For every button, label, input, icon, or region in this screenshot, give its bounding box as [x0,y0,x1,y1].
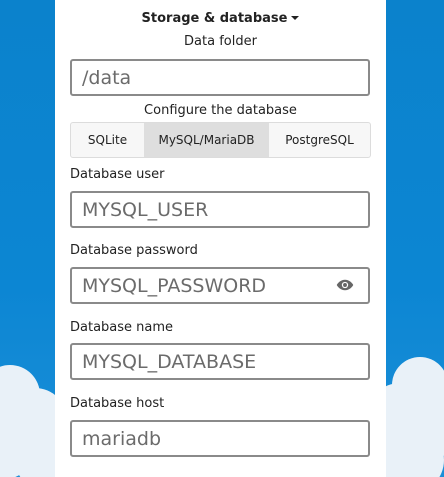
eye-icon[interactable] [336,278,354,292]
database-name-input[interactable] [72,345,332,378]
database-name-label: Database name [70,320,174,335]
database-host-field [70,420,370,457]
tab-mysql-mariadb[interactable]: MySQL/MariaDB [144,123,269,157]
section-title: Storage & database [141,11,288,26]
database-user-field [70,191,370,228]
database-host-input[interactable] [72,422,332,455]
database-password-label: Database password [70,243,198,258]
tab-sqlite[interactable]: SQLite [71,123,144,157]
caret-down-icon [291,15,300,20]
database-host-label: Database host [70,396,165,411]
storage-database-toggle[interactable]: Storage & database [55,11,386,26]
database-user-input[interactable] [72,193,332,226]
database-password-field [70,267,370,304]
database-password-input[interactable] [72,269,332,302]
data-folder-input[interactable] [72,61,332,94]
data-folder-label: Data folder [184,34,257,49]
configure-database-label: Configure the database [144,103,297,118]
data-folder-field [70,59,370,96]
tab-postgresql[interactable]: PostgreSQL [269,123,370,157]
database-type-tabs: SQLite MySQL/MariaDB PostgreSQL [70,122,371,158]
database-user-label: Database user [70,167,165,182]
database-name-field [70,343,370,380]
